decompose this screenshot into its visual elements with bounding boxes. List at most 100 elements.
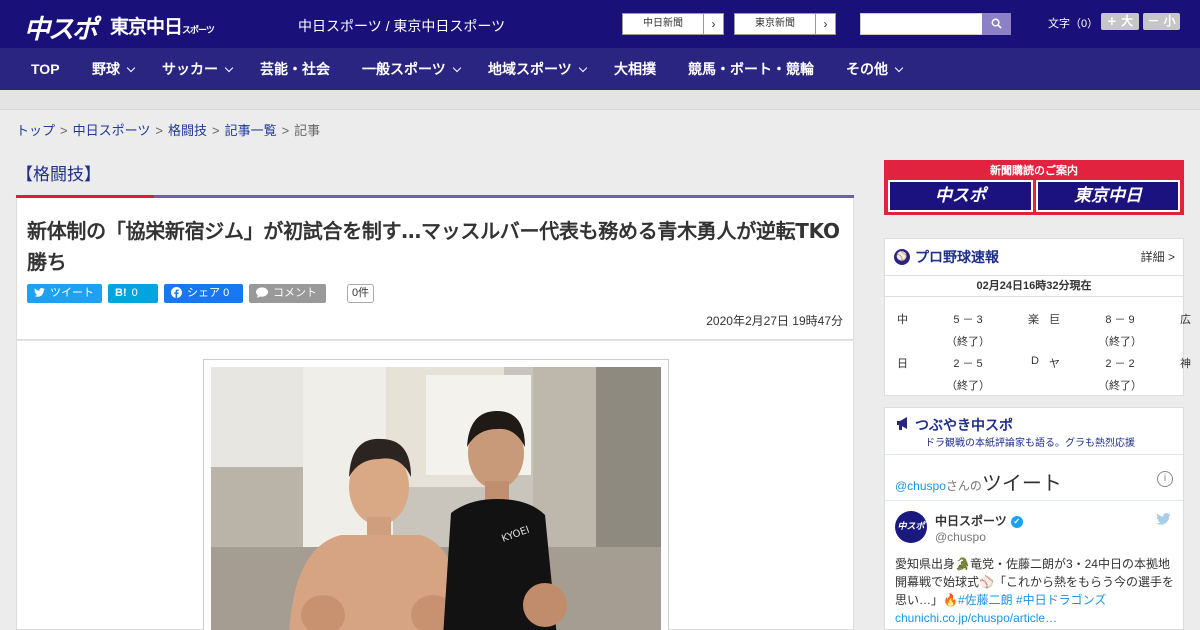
tweet-label: ツイート [50, 287, 94, 299]
nav-top[interactable]: TOP [31, 48, 60, 90]
nav-label: 野球 [92, 61, 120, 77]
article-header: 新体制の「協栄新宿ジム」が初試合を制す…マッスルバー代表も務める青木勇人が逆転T… [16, 198, 854, 340]
baseball-widget-title: プロ野球速報 [915, 249, 999, 265]
game-score[interactable]: 巨 8 － 9 広 （終了） [1049, 311, 1191, 355]
comment-count: 0件 [347, 284, 374, 303]
twitter-widget: つぶやき中スポ ドラ観戦の本紙評論家も語る。グラも熱烈応援 @chuspoさんの… [884, 407, 1184, 630]
chevron-right-icon: › [703, 14, 723, 34]
chevron-down-icon [894, 63, 904, 73]
nav-soccer[interactable]: サッカー [162, 48, 234, 90]
article-photo[interactable]: KYOEI [211, 367, 661, 630]
facebook-count: 0 [223, 287, 230, 299]
twitter-icon [34, 284, 45, 303]
megaphone-icon [895, 415, 911, 435]
game-status: （終了） [946, 336, 990, 348]
breadcrumb-article-list[interactable]: 記事一覧 [225, 123, 277, 138]
baseball-icon: ⚾ [894, 249, 910, 265]
boxers-photo-illustration: KYOEI [211, 367, 661, 630]
home-team: ヤ [1049, 358, 1060, 370]
nav-other[interactable]: その他 [846, 48, 904, 90]
chevron-down-icon [578, 63, 587, 73]
chuspo-subscribe-logo[interactable]: 中スポ [888, 180, 1033, 212]
chunichi-shimbun-label: 中日新聞 [643, 18, 683, 29]
tweet-button[interactable]: ツイート [27, 284, 102, 303]
account-name[interactable]: 中日スポーツ ✓ [935, 512, 1023, 529]
site-name-link[interactable]: 中日スポーツ / 東京中日スポーツ [298, 16, 505, 36]
nav-label: 一般スポーツ [362, 61, 446, 77]
nav-racing[interactable]: 競馬・ボート・競輪 [688, 48, 814, 90]
game-score[interactable]: 中 5 － 3 楽 （終了） [897, 311, 1039, 355]
nav-general-sports[interactable]: 一般スポーツ [362, 48, 461, 90]
tweet-link[interactable]: chunichi.co.jp/chuspo/article… [895, 611, 1057, 625]
score: 8 － 9 [1105, 314, 1135, 326]
tweet-hashtags[interactable]: #佐藤二朗 #中日ドラゴンズ [958, 593, 1106, 607]
subscription-title: 新聞購読のご案内 [990, 165, 1078, 177]
score: 2 － 2 [1105, 358, 1135, 370]
breadcrumb-martial-arts[interactable]: 格闘技 [168, 123, 207, 138]
baseball-more-link[interactable]: 詳細 > [1141, 248, 1175, 265]
sub-nav-band [0, 90, 1200, 110]
home-team: 巨 [1049, 314, 1060, 326]
nav-label: 芸能・社会 [260, 61, 330, 77]
home-team: 中 [897, 314, 908, 326]
chevron-down-icon [126, 63, 136, 73]
nav-entertainment[interactable]: 芸能・社会 [260, 48, 330, 90]
nav-sumo[interactable]: 大相撲 [614, 48, 656, 90]
font-larger-button[interactable]: + 大 [1101, 13, 1139, 30]
avatar[interactable]: 中スポ [895, 511, 927, 543]
timeline-handle-suffix: さんの [945, 479, 982, 493]
twitter-widget-subtitle: ドラ観戦の本紙評論家も語る。グラも熱烈応援 [925, 438, 1135, 449]
breadcrumb-top[interactable]: トップ [16, 123, 55, 138]
facebook-label: シェア [187, 287, 220, 299]
article-headline: 新体制の「協栄新宿ジム」が初試合を制す…マッスルバー代表も務める青木勇人が逆転T… [27, 219, 840, 274]
breadcrumb-separator: > [211, 123, 220, 138]
embedded-timeline: @chuspoさんのツイート i 中スポ 中日スポーツ ✓ @chuspo 愛知県… [885, 454, 1183, 629]
hatena-icon: B! [115, 287, 127, 299]
twitter-widget-title: つぶやき中スポ [915, 417, 1013, 433]
away-team: 楽 [1028, 314, 1039, 326]
account-name-text: 中日スポーツ [935, 514, 1007, 528]
tokyo-chunichi-logo[interactable]: 東京中日スポーツ [110, 12, 215, 39]
account-handle[interactable]: @chuspo [935, 530, 986, 544]
breadcrumb: トップ > 中日スポーツ > 格闘技 > 記事一覧 > 記事 [16, 120, 320, 139]
twitter-bird-icon[interactable] [1156, 513, 1171, 529]
baseball-updated-time: 02月24日16時32分現在 [885, 275, 1183, 297]
score: 5 － 3 [953, 314, 983, 326]
away-team: 広 [1180, 314, 1191, 326]
game-score[interactable]: ヤ 2 － 2 神 （終了） [1049, 355, 1191, 399]
game-status: （終了） [1098, 380, 1142, 392]
game-score[interactable]: 日 2 － 5 D （終了） [897, 355, 1039, 399]
info-icon[interactable]: i [1157, 471, 1173, 487]
tokyo-chunichi-subscribe-logo[interactable]: 東京中日 [1036, 180, 1180, 212]
facebook-share-button[interactable]: シェア 0 [164, 284, 243, 303]
breadcrumb-current: 記事 [294, 123, 321, 138]
chuspo-logo[interactable]: 中スポ [24, 9, 98, 46]
nav-baseball[interactable]: 野球 [92, 48, 136, 90]
away-team: D [1031, 355, 1039, 367]
comment-label: コメント [273, 287, 317, 299]
game-status: （終了） [1098, 336, 1142, 348]
divider [885, 500, 1183, 501]
article-photo-frame: KYOEI [203, 359, 669, 630]
chevron-down-icon [224, 63, 234, 73]
breadcrumb-separator: > [281, 123, 290, 138]
nav-local-sports[interactable]: 地域スポーツ [488, 48, 587, 90]
search-input[interactable] [860, 13, 983, 35]
timeline-handle-link[interactable]: @chuspo [895, 479, 946, 493]
tokyo-chunichi-logo-text: 東京中日 [110, 16, 183, 38]
chunichi-shimbun-link[interactable]: 中日新聞 › [622, 13, 724, 35]
article-category: 【格闘技】 [16, 165, 101, 184]
nav-label: 地域スポーツ [488, 61, 572, 77]
comment-button[interactable]: コメント [249, 284, 326, 303]
game-status: （終了） [946, 380, 990, 392]
top-header: 中スポ 東京中日スポーツ 中日スポーツ / 東京中日スポーツ 中日新聞 › 東京… [0, 0, 1200, 48]
timeline-header: @chuspoさんのツイート [895, 467, 1062, 496]
subscription-banner[interactable]: 新聞購読のご案内 中スポ 東京中日 [884, 160, 1184, 215]
search-button[interactable] [982, 13, 1011, 35]
breadcrumb-chuspo[interactable]: 中日スポーツ [73, 123, 151, 138]
font-smaller-button[interactable]: － 小 [1143, 13, 1180, 30]
tokyo-shimbun-link[interactable]: 東京新聞 › [734, 13, 836, 35]
nav-label: 競馬・ボート・競輪 [688, 61, 814, 77]
nav-label: サッカー [162, 61, 218, 77]
hatena-bookmark-button[interactable]: B! 0 [108, 284, 158, 303]
